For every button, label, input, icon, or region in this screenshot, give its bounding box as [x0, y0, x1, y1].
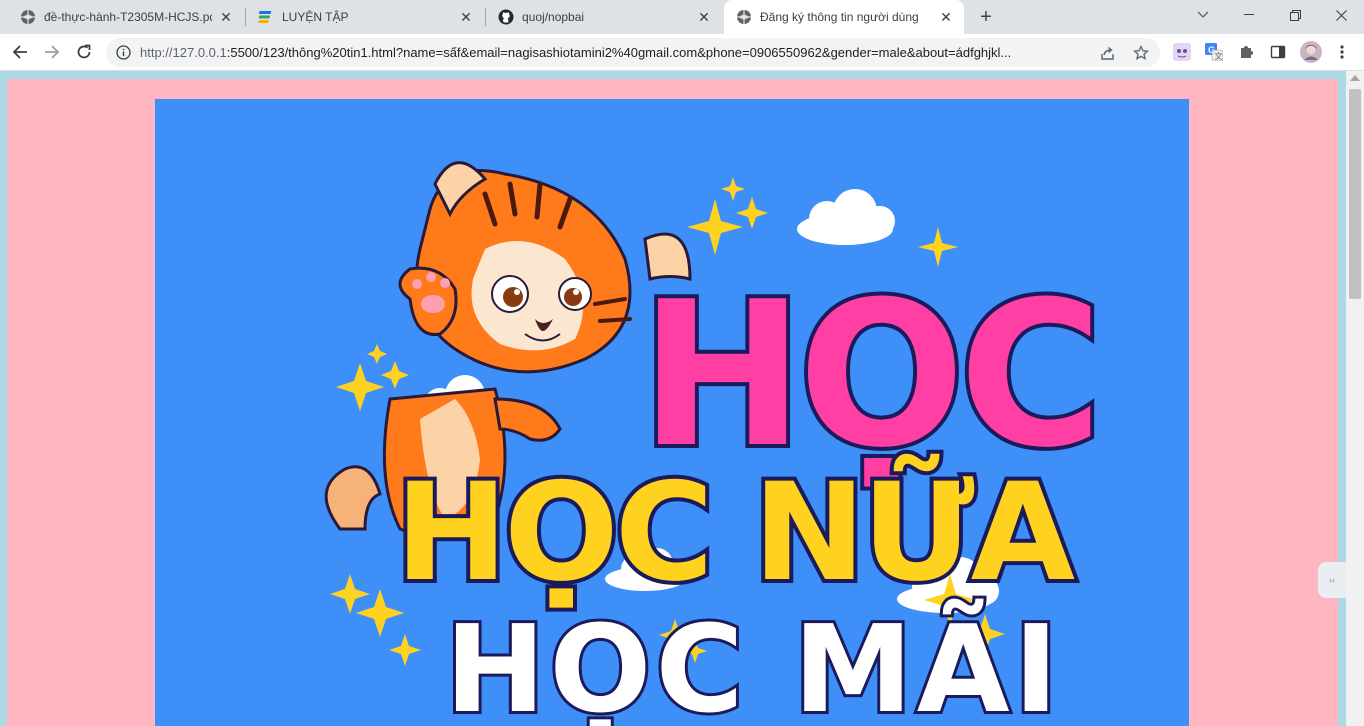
close-icon[interactable]: ✕	[218, 9, 234, 25]
tab-title: quoj/nopbai	[522, 10, 585, 24]
close-icon[interactable]: ✕	[938, 9, 954, 25]
extensions-puzzle-icon[interactable]	[1237, 43, 1255, 61]
bookmark-star-icon[interactable]	[1132, 44, 1150, 62]
profile-avatar-icon[interactable]	[1300, 41, 1322, 63]
banner-line2-text: HỌC NỮA	[395, 453, 1075, 611]
tab-github[interactable]: quoj/nopbai ✕	[486, 0, 722, 34]
translate-icon[interactable]: G文	[1205, 43, 1223, 61]
minimize-icon[interactable]	[1226, 0, 1272, 30]
close-window-icon[interactable]	[1318, 0, 1364, 30]
stack-logo-icon	[258, 9, 274, 25]
globe-icon	[20, 9, 36, 25]
side-panel-icon[interactable]	[1269, 43, 1287, 61]
tab-title: đề-thực-hành-T2305M-HCJS.pdf	[44, 10, 212, 24]
tab-title: Đăng ký thông tin người dùng	[760, 10, 919, 24]
address-bar[interactable]: http://127.0.0.1:5500/123/thông%20tin1.h…	[106, 38, 1160, 67]
new-tab-button[interactable]: +	[974, 5, 998, 29]
browser-toolbar: http://127.0.0.1:5500/123/thông%20tin1.h…	[0, 34, 1364, 71]
banner-line3-text: HỌC MÃI	[445, 599, 1062, 726]
close-icon[interactable]: ✕	[696, 9, 712, 25]
share-icon[interactable]	[1099, 44, 1117, 62]
tab-luyen-tap[interactable]: LUYỆN TẬP ✕	[246, 0, 484, 34]
form-container: HỌC HỌC NỮA HỌC MÃI	[7, 79, 1338, 726]
url-text: http://127.0.0.1:5500/123/thông%20tin1.h…	[140, 45, 1100, 60]
url-path: :5500/123/thông%20tin1.html?name=sấf&ema…	[226, 45, 1012, 60]
back-arrow-icon[interactable]	[6, 38, 34, 66]
url-host: http://127.0.0.1	[140, 45, 227, 60]
page-viewport: HỌC HỌC NỮA HỌC MÃI	[0, 71, 1364, 726]
line3-hoc-mai-art: HỌC MÃI	[442, 596, 1062, 726]
hoc-hoc-nua-hoc-mai-banner: HỌC HỌC NỮA HỌC MÃI	[155, 99, 1189, 726]
banner-illustration: HỌC HỌC NỮA HỌC MÃI	[324, 161, 1107, 726]
forward-arrow-icon[interactable]	[38, 38, 66, 66]
tab-pdf[interactable]: đề-thực-hành-T2305M-HCJS.pdf ✕	[8, 0, 244, 34]
svg-text:文: 文	[1215, 51, 1223, 61]
tab-strip: đề-thực-hành-T2305M-HCJS.pdf ✕ LUYỆN TẬP…	[0, 0, 1364, 34]
tab-search-chevron-icon[interactable]	[1180, 0, 1226, 30]
info-icon[interactable]	[116, 45, 131, 60]
scrollbar-thumb[interactable]	[1349, 89, 1361, 299]
line2-hoc-nua-art: HỌC NỮA	[391, 449, 1083, 615]
extension-avatar-icon[interactable]	[1173, 43, 1191, 61]
globe-icon	[736, 9, 752, 25]
menu-kebab-icon[interactable]	[1333, 43, 1351, 61]
github-icon	[498, 9, 514, 25]
tab-dang-ky[interactable]: Đăng ký thông tin người dùng ✕	[724, 0, 964, 34]
reload-icon[interactable]	[70, 38, 98, 66]
scroll-up-arrow-icon[interactable]	[1350, 75, 1360, 81]
vertical-scrollbar[interactable]	[1346, 71, 1364, 726]
tab-title: LUYỆN TẬP	[282, 10, 349, 24]
restore-icon[interactable]	[1272, 0, 1318, 30]
close-icon[interactable]: ✕	[458, 9, 474, 25]
side-widget-tab[interactable]: ›‹	[1318, 562, 1346, 598]
